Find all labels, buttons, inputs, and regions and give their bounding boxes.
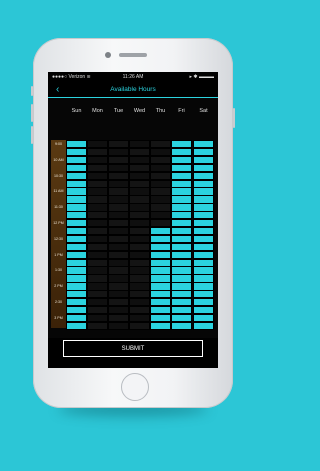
time-label: 12:30 (54, 236, 63, 241)
submit-button[interactable]: SUBMIT (63, 340, 203, 357)
time-label: 12 PM (53, 221, 64, 225)
nav-bar: Available Hours ‹ (48, 83, 218, 98)
time-label: 11:30 (54, 205, 63, 210)
day-header-fri: Fri (178, 108, 185, 114)
slot-cell-thu[interactable] (150, 321, 171, 331)
time-label: 2 PM (54, 284, 63, 289)
day-header-wed: Wed (133, 108, 146, 114)
slot-cell-sat[interactable] (193, 321, 214, 331)
front-camera (105, 52, 111, 58)
availability-grid: 9:00 10 AM 10:30 11 AM 11:30 12 PM 12:30 1 PM 1:… (48, 98, 218, 338)
time-label: 3 PM (54, 315, 63, 320)
day-header-mon: Mon (92, 108, 103, 114)
time-label: 10 AM (53, 157, 64, 162)
back-chevron-icon[interactable]: ‹ (56, 83, 59, 97)
time-label: 9:00 (55, 142, 62, 146)
slot-cell-fri[interactable] (171, 321, 192, 331)
status-bar: ●●●●○ Verizon ≋ 11:26 AM ▸ ✱ ▬▬▬ (48, 72, 218, 83)
day-header-sun: Sun (71, 108, 82, 114)
power-button (233, 108, 235, 128)
slot-cell-sun[interactable] (66, 321, 87, 331)
time-label: 2:30 (55, 300, 62, 304)
day-header-sat: Sat (199, 108, 208, 114)
time-label: 10:30 (54, 173, 63, 178)
slot-cell-mon[interactable] (87, 321, 108, 331)
page-title: Available Hours (110, 86, 156, 93)
day-header-thu: Thu (155, 108, 166, 114)
time-label: 11 AM (53, 189, 64, 194)
time-label: 1 PM (54, 252, 63, 257)
earpiece-speaker (119, 53, 147, 57)
time-column: 9:00 10 AM 10:30 11 AM 11:30 12 PM 12:30 1 PM 1:… (51, 140, 66, 328)
slot-cell-tue[interactable] (108, 321, 129, 331)
slot-cell-wed[interactable] (129, 321, 150, 331)
phone-screen: ●●●●○ Verizon ≋ 11:26 AM ▸ ✱ ▬▬▬ Availab… (48, 72, 218, 368)
volume-down-button (31, 126, 33, 144)
home-button[interactable] (121, 373, 149, 401)
status-icons: ▸ ✱ ▬▬▬ (189, 74, 214, 80)
day-header-tue: Tue (113, 108, 124, 114)
phone-mockup: ●●●●○ Verizon ≋ 11:26 AM ▸ ✱ ▬▬▬ Availab… (31, 38, 235, 408)
volume-up-button (31, 104, 33, 122)
time-label: 1:30 (55, 268, 62, 273)
mute-switch (31, 86, 33, 96)
